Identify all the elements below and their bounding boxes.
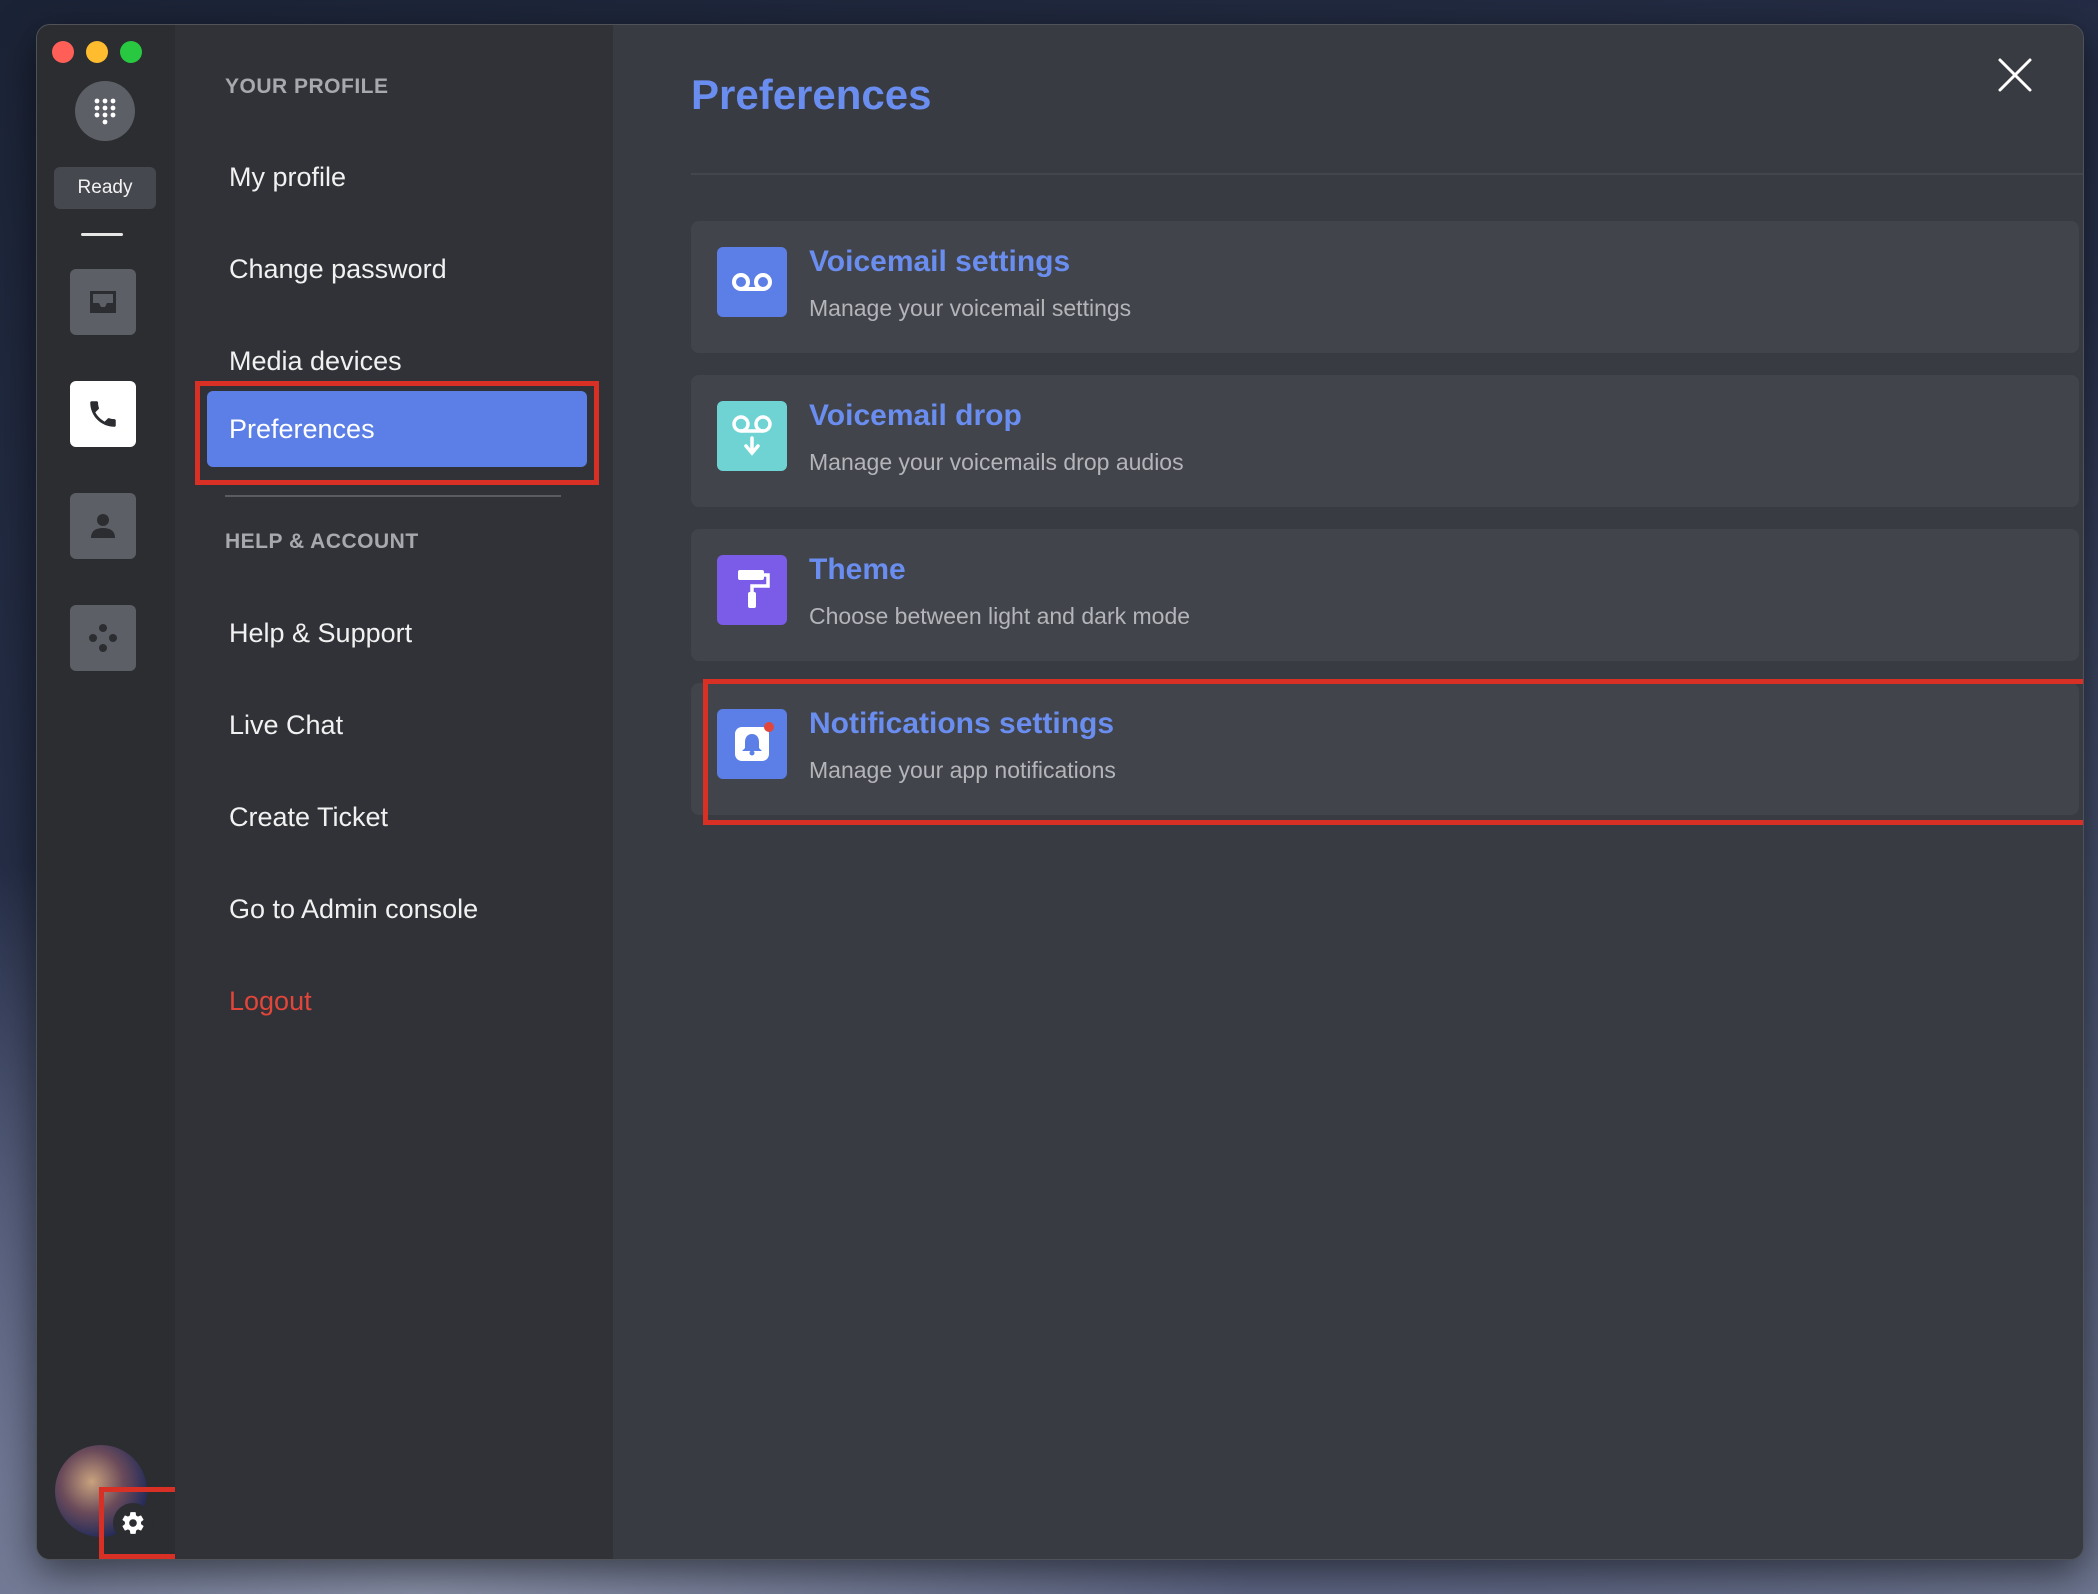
close-button[interactable] <box>1991 51 2039 99</box>
card-subtitle: Manage your app notifications <box>809 757 1116 783</box>
menu-item-preferences[interactable]: Preferences <box>207 391 587 467</box>
close-icon <box>1998 58 2032 92</box>
voicemail-drop-icon <box>717 401 787 471</box>
menu-item-help-support[interactable]: Help & Support <box>207 595 587 671</box>
window-controls <box>52 41 142 63</box>
bell-icon <box>717 709 787 779</box>
card-subtitle: Manage your voicemails drop audios <box>809 449 1184 475</box>
card-title: Voicemail drop <box>809 399 1022 432</box>
paint-roller-icon <box>717 555 787 625</box>
rail-divider <box>81 233 123 236</box>
apps-icon <box>89 624 117 652</box>
card-notifications-settings[interactable]: Notifications settings Manage your app n… <box>691 683 2079 815</box>
main-panel: Preferences Voicemail settings Manage yo… <box>613 25 2083 1559</box>
menu-item-create-ticket[interactable]: Create Ticket <box>207 779 587 855</box>
integrations-button[interactable] <box>70 605 136 671</box>
card-subtitle: Manage your voicemail settings <box>809 295 1132 321</box>
minimize-window-button[interactable] <box>86 41 108 63</box>
contacts-button[interactable] <box>70 493 136 559</box>
dialpad-button[interactable] <box>75 81 135 141</box>
title-divider <box>691 173 2083 175</box>
menu-item-media-devices[interactable]: Media devices <box>207 323 587 399</box>
menu-item-live-chat[interactable]: Live Chat <box>207 687 587 763</box>
app-window: Ready YOUR PROFILE My profile Change pas… <box>36 24 2084 1560</box>
voicemail-icon <box>717 247 787 317</box>
maximize-window-button[interactable] <box>120 41 142 63</box>
close-window-button[interactable] <box>52 41 74 63</box>
card-title: Theme <box>809 553 906 586</box>
menu-divider <box>225 495 561 497</box>
status-badge[interactable]: Ready <box>54 167 156 209</box>
section-your-profile: YOUR PROFILE <box>225 75 389 98</box>
card-voicemail-drop[interactable]: Voicemail drop Manage your voicemails dr… <box>691 375 2079 507</box>
settings-menu: YOUR PROFILE My profile Change password … <box>175 25 613 1559</box>
gear-icon <box>122 1512 144 1534</box>
card-voicemail-settings[interactable]: Voicemail settings Manage your voicemail… <box>691 221 2079 353</box>
menu-item-change-password[interactable]: Change password <box>207 231 587 307</box>
section-help-account: HELP & ACCOUNT <box>225 530 419 553</box>
person-icon <box>91 514 115 538</box>
inbox-button[interactable] <box>70 269 136 335</box>
menu-item-logout[interactable]: Logout <box>207 963 587 1039</box>
left-rail: Ready <box>37 25 193 1559</box>
inbox-icon <box>90 291 116 313</box>
menu-item-my-profile[interactable]: My profile <box>207 139 587 215</box>
dialpad-icon <box>94 98 116 125</box>
card-title: Notifications settings <box>809 707 1115 740</box>
page-title: Preferences <box>691 71 932 118</box>
card-title: Voicemail settings <box>809 245 1071 278</box>
phone-icon <box>90 401 116 427</box>
settings-button[interactable] <box>113 1503 153 1543</box>
card-theme[interactable]: Theme Choose between light and dark mode <box>691 529 2079 661</box>
calls-button[interactable] <box>70 381 136 447</box>
card-subtitle: Choose between light and dark mode <box>809 603 1191 629</box>
menu-item-admin-console[interactable]: Go to Admin console <box>207 871 587 947</box>
